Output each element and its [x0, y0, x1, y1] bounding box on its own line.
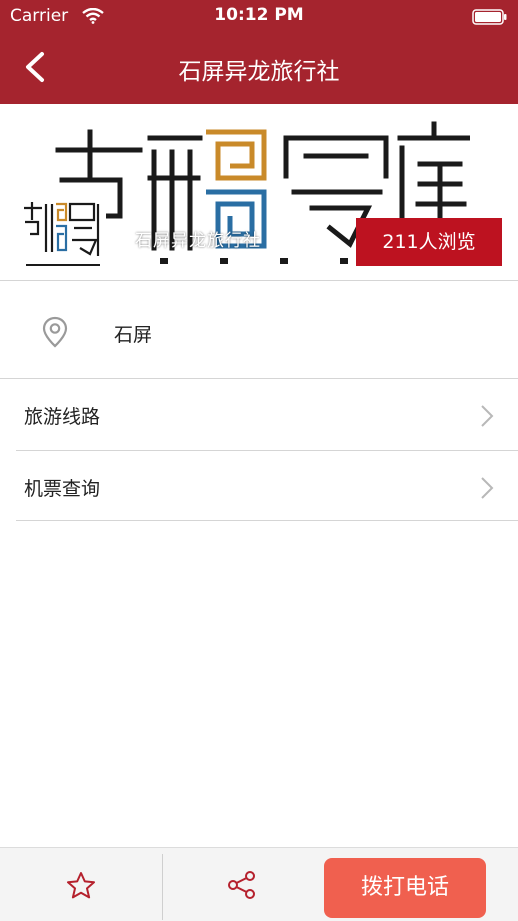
menu-item-travel-routes[interactable]: 旅游线路	[0, 380, 518, 450]
chevron-right-icon	[481, 477, 494, 499]
bottom-toolbar: 拨打电话	[0, 847, 518, 921]
status-bar: Carrier 10:12 PM	[0, 0, 518, 34]
agency-banner: 石屏异龙旅行社 211人浏览	[0, 104, 518, 280]
divider	[16, 450, 518, 451]
chevron-right-icon	[481, 405, 494, 427]
page-title: 石屏异龙旅行社	[178, 59, 340, 85]
clock: 10:12 PM	[214, 5, 304, 25]
menu-item-flight-search[interactable]: 机票查询	[0, 452, 518, 522]
menu-item-label: 旅游线路	[24, 406, 101, 428]
view-count-badge: 211人浏览	[356, 218, 502, 266]
divider	[16, 520, 518, 521]
agency-logo-thumbnail	[20, 196, 106, 274]
divider	[0, 280, 518, 281]
location-row: 石屏	[0, 282, 518, 378]
location-pin-icon	[42, 316, 68, 348]
agency-name-overlay: 石屏异龙旅行社	[135, 231, 261, 251]
navigation-bar: 石屏异龙旅行社	[0, 34, 518, 104]
favorite-button[interactable]	[0, 848, 162, 921]
battery-icon	[472, 9, 508, 25]
menu-item-label: 机票查询	[24, 478, 101, 500]
call-button[interactable]: 拨打电话	[324, 858, 486, 918]
share-button[interactable]	[163, 848, 323, 921]
share-icon	[228, 871, 255, 899]
location-text: 石屏	[114, 324, 153, 346]
star-icon	[67, 872, 95, 899]
divider	[0, 378, 518, 379]
